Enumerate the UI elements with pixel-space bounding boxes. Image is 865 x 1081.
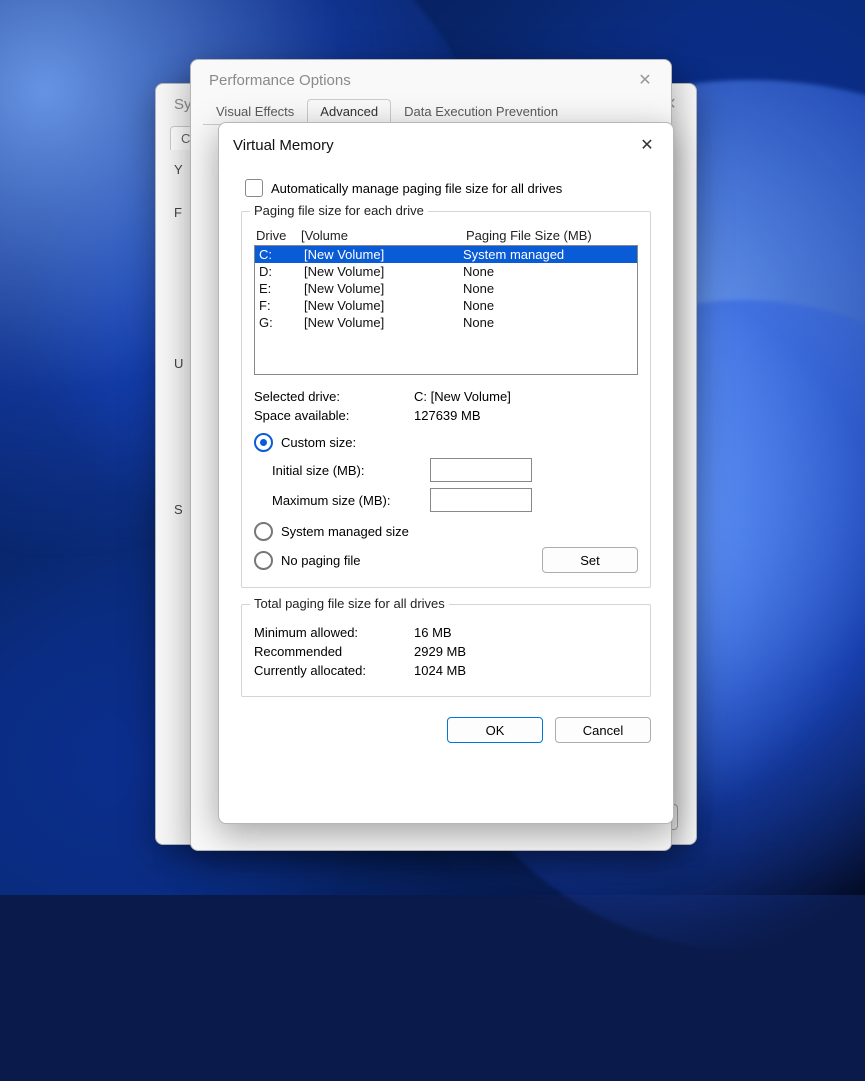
drive-row[interactable]: E:[New Volume]None xyxy=(255,280,637,297)
drive-letter: D: xyxy=(259,264,304,279)
maximum-size-input[interactable] xyxy=(430,488,532,512)
space-available-value: 127639 MB xyxy=(414,408,638,423)
group-legend: Paging file size for each drive xyxy=(250,203,428,218)
drive-row[interactable]: F:[New Volume]None xyxy=(255,297,637,314)
currently-allocated-label: Currently allocated: xyxy=(254,663,414,678)
set-button[interactable]: Set xyxy=(542,547,638,573)
drive-paging-size: None xyxy=(463,264,633,279)
drive-row[interactable]: D:[New Volume]None xyxy=(255,263,637,280)
recommended-value: 2929 MB xyxy=(414,644,638,659)
close-icon[interactable]: ✕ xyxy=(635,135,659,155)
close-icon[interactable]: ✕ xyxy=(633,70,657,90)
drive-volume: [New Volume] xyxy=(304,264,463,279)
space-available-label: Space available: xyxy=(254,408,414,423)
drive-paging-size: None xyxy=(463,281,633,296)
drive-volume: [New Volume] xyxy=(304,281,463,296)
no-paging-radio[interactable] xyxy=(254,551,273,570)
drive-row[interactable]: G:[New Volume]None xyxy=(255,314,637,331)
system-managed-label: System managed size xyxy=(281,524,409,539)
drive-letter: G: xyxy=(259,315,304,330)
recommended-label: Recommended xyxy=(254,644,414,659)
header-volume: [Volume xyxy=(301,228,466,243)
drive-row[interactable]: C:[New Volume]System managed xyxy=(255,246,637,263)
dialog-title: Virtual Memory xyxy=(233,137,334,154)
currently-allocated-value: 1024 MB xyxy=(414,663,638,678)
selected-drive-label: Selected drive: xyxy=(254,389,414,404)
window-title: Performance Options xyxy=(209,72,351,89)
auto-manage-label: Automatically manage paging file size fo… xyxy=(271,181,562,196)
drive-letter: C: xyxy=(259,247,304,262)
drive-letter: F: xyxy=(259,298,304,313)
drive-paging-size: None xyxy=(463,315,633,330)
no-paging-label: No paging file xyxy=(281,553,361,568)
cancel-button[interactable]: Cancel xyxy=(555,717,651,743)
min-allowed-label: Minimum allowed: xyxy=(254,625,414,640)
custom-size-label: Custom size: xyxy=(281,435,356,450)
drive-volume: [New Volume] xyxy=(304,298,463,313)
drive-volume: [New Volume] xyxy=(304,247,463,262)
auto-manage-checkbox[interactable] xyxy=(245,179,263,197)
total-paging-group: Total paging file size for all drives Mi… xyxy=(241,604,651,697)
initial-size-label: Initial size (MB): xyxy=(272,463,422,478)
selected-drive-value: C: [New Volume] xyxy=(414,389,638,404)
drive-paging-size: None xyxy=(463,298,633,313)
drive-volume: [New Volume] xyxy=(304,315,463,330)
drive-letter: E: xyxy=(259,281,304,296)
custom-size-radio[interactable] xyxy=(254,433,273,452)
drive-listbox[interactable]: C:[New Volume]System managedD:[New Volum… xyxy=(254,245,638,375)
header-drive: Drive xyxy=(256,228,301,243)
ok-button[interactable]: OK xyxy=(447,717,543,743)
min-allowed-value: 16 MB xyxy=(414,625,638,640)
header-size: Paging File Size (MB) xyxy=(466,228,636,243)
group-legend: Total paging file size for all drives xyxy=(250,596,449,611)
system-managed-radio[interactable] xyxy=(254,522,273,541)
maximum-size-label: Maximum size (MB): xyxy=(272,493,422,508)
virtual-memory-dialog: Virtual Memory ✕ Automatically manage pa… xyxy=(218,122,674,824)
paging-per-drive-group: Paging file size for each drive Drive [V… xyxy=(241,211,651,588)
drive-paging-size: System managed xyxy=(463,247,633,262)
initial-size-input[interactable] xyxy=(430,458,532,482)
